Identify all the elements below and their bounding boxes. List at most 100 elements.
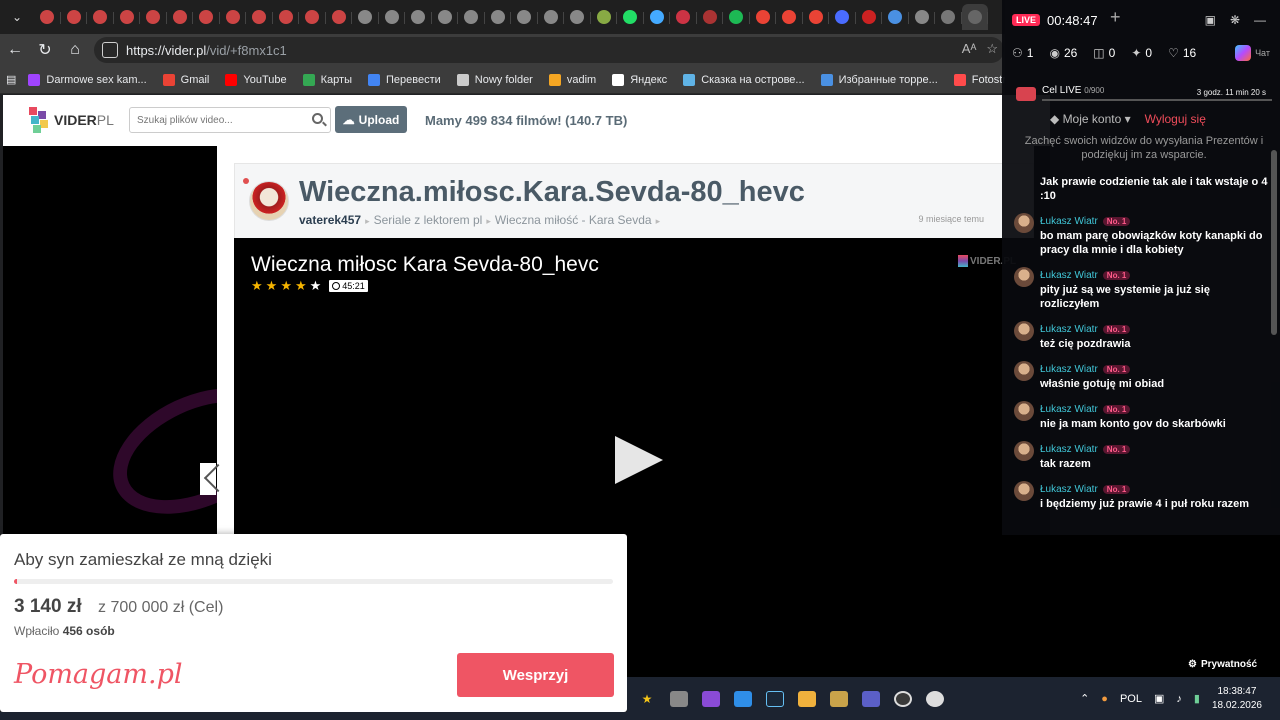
address-bar[interactable]: https://vider.pl/vid/+f8mx1c1 Aᴬ ☆ <box>94 37 1004 63</box>
game-icon[interactable] <box>795 689 819 709</box>
bookmark-item[interactable]: Сказка на острове... <box>683 73 805 86</box>
battery-icon[interactable]: ▮ <box>1194 692 1200 705</box>
browser-tab[interactable] <box>670 4 697 30</box>
read-aloud-icon[interactable]: Aᴬ <box>962 41 977 57</box>
bookmark-item[interactable]: YouTube <box>225 73 287 86</box>
chat-avatar[interactable] <box>1014 481 1034 501</box>
chat-avatar[interactable] <box>1014 441 1034 461</box>
browser-tab[interactable] <box>750 4 777 30</box>
previous-arrow-icon[interactable] <box>200 463 216 495</box>
microphone-icon[interactable]: ● <box>1101 693 1108 705</box>
bookmark-item[interactable]: Перевести <box>367 73 441 86</box>
gifts-stat[interactable]: ◫ 0 <box>1093 46 1115 60</box>
browser-tab[interactable] <box>352 4 379 30</box>
viewers-stat[interactable]: ⚇ 1 <box>1012 46 1033 60</box>
chat-avatar[interactable] <box>1014 401 1034 421</box>
network-icon[interactable]: ▣ <box>1154 692 1164 705</box>
support-button[interactable]: Wesprzyj <box>457 653 614 697</box>
bookmark-item[interactable]: Fotostrana - No Int... <box>953 73 1005 86</box>
favorite-star-icon[interactable]: ☆ <box>986 41 998 57</box>
bookmark-item[interactable]: Darmowe sex kam... <box>28 73 147 86</box>
browser-tab[interactable] <box>485 4 512 30</box>
shares-stat[interactable]: ✦ 0 <box>1131 46 1152 60</box>
browser-tab[interactable] <box>591 4 618 30</box>
lock-icon[interactable]: ▣ <box>1205 13 1216 27</box>
photos-icon[interactable] <box>731 689 755 709</box>
browser-tab[interactable] <box>379 4 406 30</box>
browser-tab[interactable] <box>432 4 459 30</box>
bookmark-item[interactable]: Nowy folder <box>456 73 533 86</box>
browser-tab[interactable] <box>193 4 220 30</box>
app-icon[interactable] <box>923 689 947 709</box>
favorites-star-icon[interactable]: ★ <box>635 689 659 709</box>
bookmark-item[interactable]: Избранные торре... <box>820 73 938 86</box>
tray-overflow-icon[interactable]: ⌃ <box>1080 692 1089 705</box>
media-player-icon[interactable] <box>827 689 851 709</box>
chat-author[interactable]: Łukasz Wiatr <box>1040 216 1098 227</box>
browser-tab[interactable] <box>34 4 61 30</box>
reload-icon[interactable]: ↻ <box>30 35 60 65</box>
language-indicator[interactable]: POL <box>1120 693 1142 705</box>
chat-author[interactable]: Łukasz Wiatr <box>1040 404 1098 415</box>
browser-tab[interactable] <box>829 4 856 30</box>
browser-tab[interactable] <box>723 4 750 30</box>
back-icon[interactable]: ← <box>0 35 30 65</box>
browser-tab[interactable] <box>140 4 167 30</box>
add-icon[interactable]: + <box>1110 7 1121 28</box>
breadcrumb-series[interactable]: Wieczna miłość - Kara Sevda <box>495 213 652 227</box>
browser-tab[interactable] <box>246 4 273 30</box>
browser-tab[interactable] <box>458 4 485 30</box>
bookmark-item[interactable]: Карты <box>302 73 352 86</box>
browser-tab[interactable] <box>617 4 644 30</box>
bookmark-item[interactable]: Яндекс <box>612 73 667 86</box>
teams-icon[interactable] <box>859 689 883 709</box>
upload-button[interactable]: ☁ Upload <box>335 106 407 133</box>
likes-stat[interactable]: ♡ 16 <box>1168 46 1196 60</box>
tab-search-dropdown-icon[interactable]: ⌄ <box>6 6 28 28</box>
browser-tab[interactable] <box>405 4 432 30</box>
browser-tab[interactable] <box>644 4 671 30</box>
browser-tab[interactable] <box>87 4 114 30</box>
chat-avatar[interactable] <box>1014 213 1034 233</box>
browser-tab[interactable] <box>697 4 724 30</box>
search-icon[interactable] <box>312 113 323 124</box>
browser-tab[interactable] <box>935 4 962 30</box>
browser-tab[interactable] <box>299 4 326 30</box>
browser-tab[interactable] <box>803 4 830 30</box>
uploader-link[interactable]: vaterek457 <box>299 213 361 227</box>
browser-tab[interactable] <box>61 4 88 30</box>
browser-tab[interactable] <box>882 4 909 30</box>
chat-author[interactable]: Łukasz Wiatr <box>1040 444 1098 455</box>
browser-tab[interactable] <box>326 4 353 30</box>
clock[interactable]: 18:38:47 18.02.2026 <box>1212 685 1262 713</box>
chat-author[interactable]: Łukasz Wiatr <box>1040 364 1098 375</box>
url-text[interactable]: https://vider.pl/vid/+f8mx1c1 <box>126 43 287 58</box>
app-icon[interactable] <box>667 689 691 709</box>
chat-author[interactable]: Łukasz Wiatr <box>1040 324 1098 335</box>
browser-tab[interactable] <box>961 4 988 30</box>
volume-icon[interactable]: ♪ <box>1176 693 1182 705</box>
chat-scrollbar[interactable] <box>1271 150 1277 335</box>
bookmark-item[interactable]: Gmail <box>162 73 209 86</box>
steam-icon[interactable] <box>763 689 787 709</box>
logout-link[interactable]: Wyloguj się <box>1145 112 1206 126</box>
browser-tab[interactable] <box>511 4 538 30</box>
chat-author[interactable]: Łukasz Wiatr <box>1040 484 1098 495</box>
app-icon[interactable] <box>699 689 723 709</box>
chrome-icon[interactable] <box>891 689 915 709</box>
bookmark-item[interactable]: vadim <box>548 73 596 86</box>
browser-tab[interactable] <box>856 4 883 30</box>
uploader-avatar[interactable] <box>249 181 289 221</box>
play-icon[interactable] <box>615 436 663 484</box>
account-menu[interactable]: ◆ Moje konto ▾ <box>1050 112 1131 126</box>
browser-tab[interactable] <box>273 4 300 30</box>
browser-tab[interactable] <box>538 4 565 30</box>
search-input[interactable] <box>130 108 300 132</box>
chat-avatar[interactable] <box>1014 267 1034 287</box>
chat-button[interactable]: Чат <box>1235 45 1270 61</box>
settings-icon[interactable]: ❋ <box>1230 13 1240 27</box>
browser-tab[interactable] <box>114 4 141 30</box>
chat-avatar[interactable] <box>1014 361 1034 381</box>
bookmarks-menu-icon[interactable]: ▤ <box>6 73 16 86</box>
views-stat[interactable]: ◉ 26 <box>1049 46 1077 60</box>
